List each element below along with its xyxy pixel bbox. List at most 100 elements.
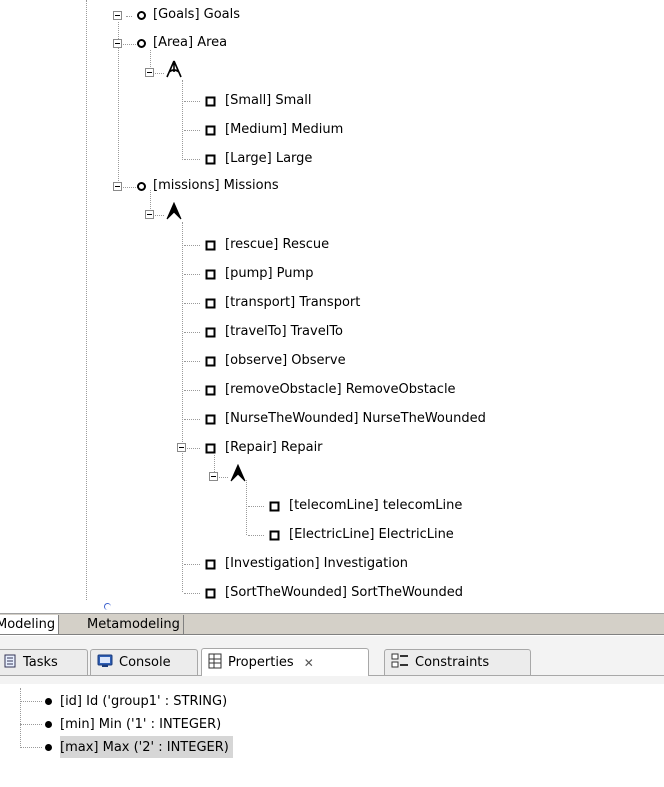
property-text: [id] Id ('group1' : STRING) — [60, 693, 228, 709]
attribute-bullet-icon — [45, 698, 52, 705]
tree-node-label[interactable]: [removeObstacle] RemoveObstacle — [225, 381, 456, 399]
tab-label: Console — [119, 655, 171, 670]
alternative-group-icon — [166, 60, 182, 78]
attribute-bullet-icon — [45, 721, 52, 728]
optional-feature-icon — [137, 39, 146, 48]
optional-feature-icon — [137, 11, 146, 20]
tree-node-label[interactable]: [NurseTheWounded] NurseTheWounded — [225, 410, 486, 428]
properties-panel: [id] Id ('group1' : STRING) [min] Min ('… — [0, 688, 664, 787]
tree-node-label[interactable]: [pump] Pump — [225, 265, 313, 283]
tree-connector — [248, 535, 264, 536]
tree-connector — [126, 16, 132, 17]
tree-connector — [20, 701, 42, 702]
tree-node-label[interactable]: [SortTheWounded] SortTheWounded — [225, 584, 463, 602]
tree-guide — [182, 80, 183, 160]
properties-icon — [208, 653, 222, 673]
console-icon — [97, 654, 113, 672]
tab-label: Tasks — [23, 655, 58, 670]
tab-label: Modeling — [0, 617, 56, 632]
tree-guide — [246, 480, 247, 535]
tree-connector — [248, 506, 264, 507]
tree-node-label[interactable]: [transport] Transport — [225, 294, 360, 312]
view-tab-bar: Tasks Console Properties ✕ Constraints — [0, 636, 664, 684]
tree-connector — [184, 448, 200, 449]
mandatory-feature-icon — [205, 588, 216, 599]
mandatory-feature-icon — [205, 125, 216, 136]
tab-label: Metamodeling — [87, 617, 180, 632]
tree-connector — [184, 564, 200, 565]
collapse-toggle[interactable] — [177, 443, 186, 452]
tree-node-label[interactable]: [travelTo] TravelTo — [225, 323, 343, 341]
tree-node-label[interactable]: [Large] Large — [225, 150, 312, 168]
collapse-toggle[interactable] — [113, 39, 122, 48]
tab-label: Constraints — [415, 655, 490, 670]
mandatory-feature-icon — [205, 385, 216, 396]
tree-connector — [20, 747, 42, 748]
close-icon[interactable]: ✕ — [304, 656, 314, 670]
tab-label: Properties — [228, 655, 294, 670]
editor-tab-bar: Modeling Metamodeling — [0, 613, 664, 635]
tab-metamodeling[interactable]: Metamodeling — [84, 615, 184, 634]
tree-node-label[interactable]: [rescue] Rescue — [225, 236, 329, 254]
tree-connector — [184, 159, 200, 160]
collapse-toggle[interactable] — [113, 11, 122, 20]
tree-node-label[interactable]: [ElectricLine] ElectricLine — [289, 526, 454, 544]
tree-guide — [20, 688, 21, 746]
tree-connector — [184, 130, 200, 131]
tree-node-label[interactable]: [Medium] Medium — [225, 121, 343, 139]
tree-connector — [184, 274, 200, 275]
collapse-toggle[interactable] — [113, 182, 122, 191]
tree-connector — [184, 593, 200, 594]
mandatory-feature-icon — [269, 501, 280, 512]
tab-console[interactable]: Console — [90, 649, 198, 675]
tree-node-label[interactable]: [telecomLine] telecomLine — [289, 497, 462, 515]
tasks-icon — [3, 654, 17, 672]
tree-connector — [184, 332, 200, 333]
tree-connector — [184, 101, 200, 102]
collapse-toggle[interactable] — [145, 210, 154, 219]
tree-connector — [184, 361, 200, 362]
mandatory-feature-icon — [205, 298, 216, 309]
mandatory-feature-icon — [205, 240, 216, 251]
tree-connector — [184, 419, 200, 420]
tree-node-label[interactable]: [Small] Small — [225, 92, 312, 110]
mandatory-feature-icon — [269, 530, 280, 541]
tree-connector — [184, 303, 200, 304]
tab-tasks[interactable]: Tasks — [0, 649, 88, 675]
property-text: [min] Min ('1' : INTEGER) — [60, 716, 222, 732]
property-row[interactable]: [min] Min ('1' : INTEGER) — [60, 713, 221, 735]
mandatory-feature-icon — [205, 269, 216, 280]
tab-constraints[interactable]: Constraints — [384, 649, 531, 675]
feature-tree: [Goals] Goals [Area] Area [Small] Small … — [0, 0, 664, 613]
property-row-selected[interactable]: [max] Max ('2' : INTEGER) — [60, 736, 233, 758]
or-group-icon — [230, 464, 246, 482]
attribute-bullet-icon — [45, 744, 52, 751]
collapse-toggle[interactable] — [145, 68, 154, 77]
tree-node-label[interactable]: [missions] Missions — [153, 177, 279, 195]
mandatory-feature-icon — [205, 414, 216, 425]
tree-guide — [86, 0, 87, 600]
mandatory-feature-icon — [205, 356, 216, 367]
tab-properties[interactable]: Properties ✕ — [201, 648, 369, 676]
tree-connector — [184, 245, 200, 246]
mandatory-feature-icon — [205, 96, 216, 107]
mandatory-feature-icon — [205, 327, 216, 338]
tab-modeling[interactable]: Modeling — [0, 615, 60, 634]
tree-connector — [20, 724, 42, 725]
partial-icon — [104, 603, 111, 610]
property-row[interactable]: [id] Id ('group1' : STRING) — [60, 690, 227, 712]
mandatory-feature-icon — [205, 443, 216, 454]
mandatory-feature-icon — [205, 154, 216, 165]
tree-node-label[interactable]: [observe] Observe — [225, 352, 346, 370]
collapse-toggle[interactable] — [209, 472, 218, 481]
tree-node-label[interactable]: [Repair] Repair — [225, 439, 323, 457]
or-group-icon — [166, 202, 182, 220]
tree-node-label[interactable]: [Area] Area — [153, 34, 227, 52]
constraints-icon — [391, 653, 409, 673]
optional-feature-icon — [137, 182, 146, 191]
property-text: [max] Max ('2' : INTEGER) — [60, 739, 229, 755]
tree-node-label[interactable]: [Investigation] Investigation — [225, 555, 408, 573]
tree-connector — [184, 390, 200, 391]
mandatory-feature-icon — [205, 559, 216, 570]
tree-node-label[interactable]: [Goals] Goals — [153, 6, 240, 24]
